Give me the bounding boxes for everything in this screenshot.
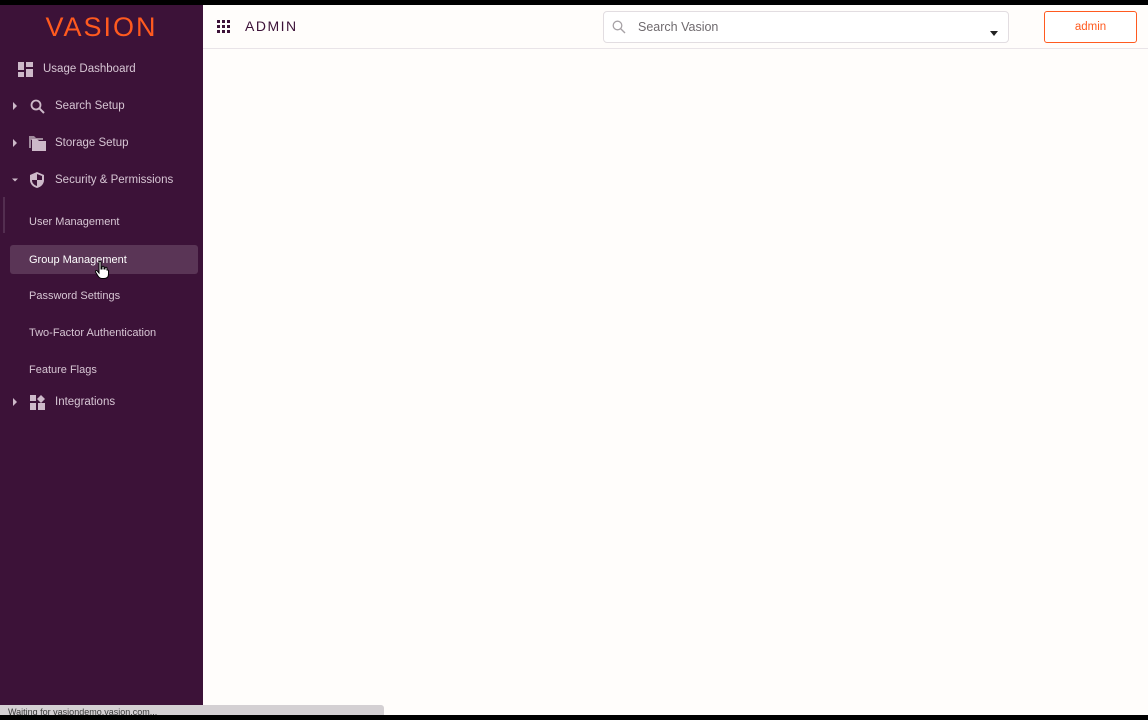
vasion-logo[interactable]: VASION [0, 5, 203, 50]
folder-icon [28, 134, 46, 152]
search-box[interactable] [603, 11, 1009, 43]
caret-right-icon [12, 138, 18, 148]
sidebar-item-usage-dashboard[interactable]: Usage Dashboard [10, 54, 198, 84]
sidebar-item-label: Integrations [55, 396, 116, 408]
caret-down-icon [12, 175, 18, 185]
app-window: VASION Usage Dashboard Search Setup Stor… [0, 5, 1148, 715]
search-input[interactable] [638, 12, 978, 42]
sidebar-subitem-user-management[interactable]: User Management [10, 207, 198, 236]
sidebar-item-security-permissions[interactable]: Security & Permissions [10, 165, 198, 195]
search-icon [612, 20, 626, 34]
sidebar-subitem-label: User Management [29, 215, 120, 228]
dashboard-icon [16, 60, 34, 78]
sidebar-item-label: Usage Dashboard [43, 63, 136, 75]
sidebar-subitem-feature-flags[interactable]: Feature Flags [10, 355, 198, 384]
shield-icon [28, 171, 46, 189]
sidebar: VASION Usage Dashboard Search Setup Stor… [0, 5, 203, 715]
main-content [203, 49, 1148, 715]
top-bar: ADMIN admin [203, 5, 1148, 49]
sidebar-item-label: Security & Permissions [55, 174, 174, 186]
browser-status-bar: Waiting for vasiondemo.vasion.com... [0, 705, 384, 715]
hand-cursor-icon [94, 260, 109, 279]
sidebar-item-label: Storage Setup [55, 137, 129, 149]
sidebar-item-storage-setup[interactable]: Storage Setup [10, 128, 198, 158]
apps-grid-icon[interactable] [217, 20, 230, 33]
sidebar-subitem-two-factor-authentication[interactable]: Two-Factor Authentication [10, 318, 198, 347]
sidebar-item-search-setup[interactable]: Search Setup [10, 91, 198, 121]
sidebar-subitem-label: Feature Flags [29, 363, 97, 376]
sidebar-scroll-indicator [3, 197, 5, 233]
sidebar-item-label: Search Setup [55, 100, 125, 112]
page-title: ADMIN [245, 18, 298, 34]
widgets-icon [28, 393, 46, 411]
sidebar-subitem-password-settings[interactable]: Password Settings [10, 281, 198, 310]
caret-right-icon [12, 397, 18, 407]
sidebar-subitem-label: Password Settings [29, 289, 121, 302]
dropdown-arrow-icon[interactable] [990, 24, 998, 36]
search-icon [28, 97, 46, 115]
caret-right-icon [12, 101, 18, 111]
status-text: Waiting for vasiondemo.vasion.com... [8, 707, 158, 715]
sidebar-subitem-label: Two-Factor Authentication [29, 326, 157, 339]
sidebar-item-integrations[interactable]: Integrations [10, 387, 198, 417]
sidebar-subitem-label: Group Management [29, 253, 127, 266]
user-account-button[interactable]: admin [1044, 11, 1137, 43]
logo-text: VASION [45, 12, 158, 42]
